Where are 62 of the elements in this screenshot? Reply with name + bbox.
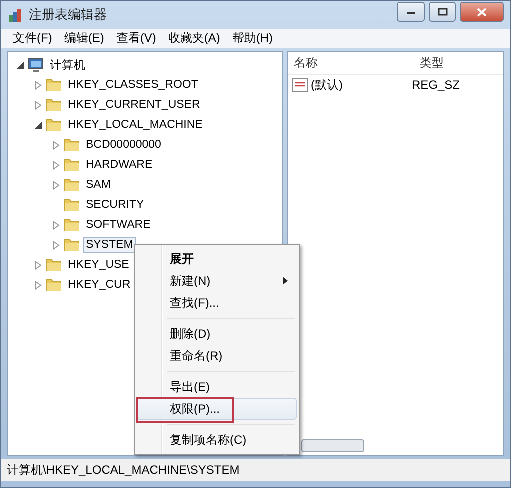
expand-icon[interactable] [34, 100, 43, 110]
folder-icon [64, 158, 80, 172]
folder-icon [64, 138, 80, 152]
column-header[interactable]: 类型 [414, 54, 503, 72]
folder-icon [46, 118, 62, 132]
context-menu-item[interactable]: 新建(N) [137, 270, 297, 292]
tree-item[interactable]: SECURITY [83, 197, 148, 213]
expand-icon[interactable] [52, 160, 61, 170]
expand-icon[interactable] [52, 140, 61, 150]
submenu-arrow-icon [283, 277, 288, 285]
status-path: 计算机\HKEY_LOCAL_MACHINE\SYSTEM [7, 462, 240, 478]
folder-icon [64, 218, 80, 232]
tree-item[interactable]: HKEY_CUR [65, 277, 134, 293]
tree-item[interactable]: BCD00000000 [83, 137, 164, 153]
context-menu-item[interactable]: 导出(E) [137, 376, 297, 398]
tree-item[interactable]: SYSTEM [83, 237, 136, 253]
context-menu-item[interactable]: 重命名(R) [137, 345, 297, 367]
menu-item[interactable]: 查看(V) [110, 30, 162, 47]
maximize-button[interactable] [429, 2, 456, 22]
context-menu-item[interactable]: 展开 [137, 248, 297, 270]
menu-item[interactable]: 文件(F) [7, 30, 58, 47]
tree-item[interactable]: 计算机 [47, 56, 89, 74]
string-value-icon [292, 78, 308, 92]
window-title: 注册表编辑器 [29, 6, 108, 24]
tree-item[interactable]: SAM [83, 177, 114, 193]
menu-item[interactable]: 编辑(E) [58, 30, 110, 47]
folder-icon [46, 78, 62, 92]
menu-item[interactable]: 收藏夹(A) [162, 30, 226, 47]
tree-item[interactable]: HARDWARE [83, 157, 156, 173]
expand-icon[interactable] [34, 80, 43, 90]
minimize-button[interactable] [397, 2, 425, 22]
folder-icon [64, 198, 80, 212]
folder-icon [64, 178, 80, 192]
expand-icon[interactable] [34, 260, 43, 270]
computer-icon [28, 58, 44, 72]
context-menu-item[interactable]: 删除(D) [137, 323, 297, 345]
collapse-icon[interactable] [16, 60, 25, 70]
tree-item[interactable]: SOFTWARE [83, 217, 154, 233]
tree-item[interactable]: HKEY_CLASSES_ROOT [65, 77, 202, 93]
folder-icon [46, 278, 62, 292]
maximize-icon [438, 8, 448, 16]
value-type: REG_SZ [412, 78, 460, 92]
close-icon [477, 8, 487, 16]
expand-icon[interactable] [52, 180, 61, 190]
expand-icon[interactable] [52, 240, 61, 250]
context-menu-item[interactable]: 查找(F)... [137, 292, 297, 314]
tree-item[interactable]: HKEY_CURRENT_USER [65, 97, 204, 113]
minimize-icon [406, 9, 416, 15]
expand-icon[interactable] [52, 220, 61, 230]
close-button[interactable] [460, 2, 504, 22]
folder-icon [46, 98, 62, 112]
tree-item[interactable]: HKEY_LOCAL_MACHINE [65, 117, 206, 133]
tree-item[interactable]: HKEY_USE [65, 257, 132, 273]
folder-icon [46, 258, 62, 272]
value-name: (默认) [311, 76, 343, 94]
expand-icon[interactable] [34, 280, 43, 290]
column-header[interactable]: 名称 [288, 54, 414, 72]
menu-item[interactable]: 帮助(H) [226, 30, 279, 47]
context-menu-item[interactable]: 复制项名称(C) [137, 429, 297, 451]
folder-icon [64, 238, 80, 252]
collapse-icon[interactable] [34, 120, 43, 130]
context-menu-item[interactable]: 权限(P)... [137, 398, 297, 420]
